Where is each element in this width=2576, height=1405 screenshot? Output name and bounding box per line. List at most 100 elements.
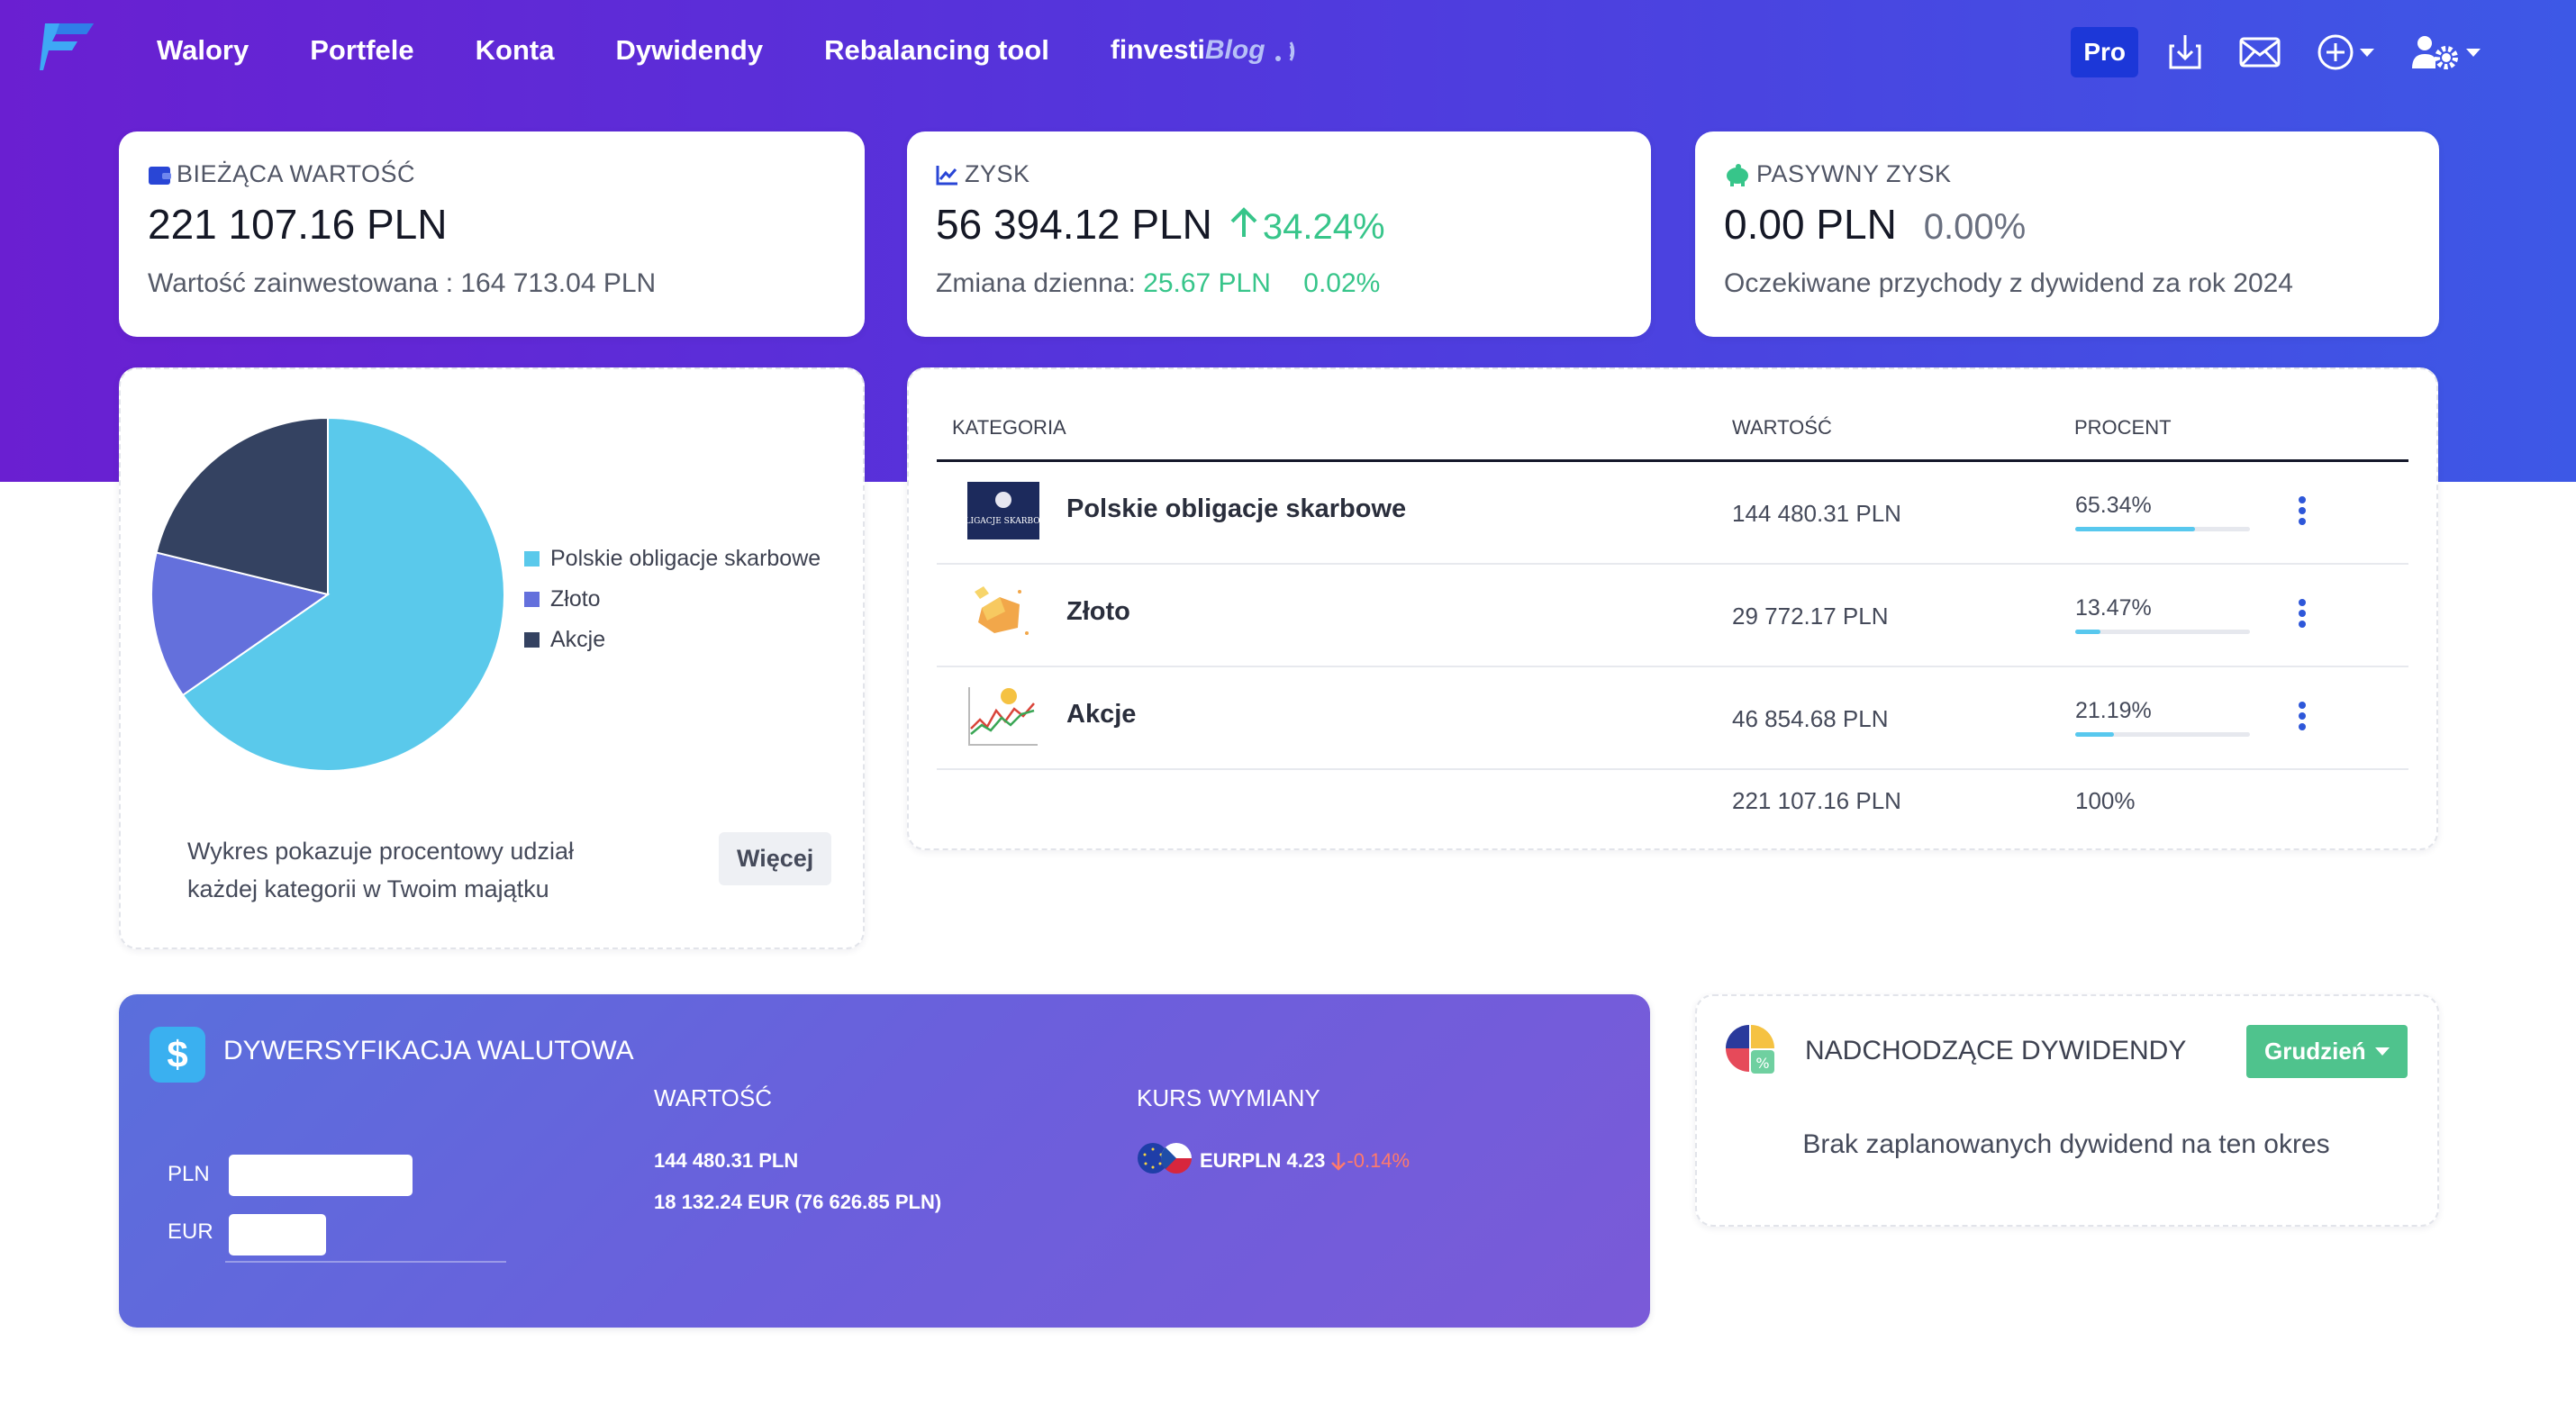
percent-bar-fill <box>2075 630 2100 634</box>
daily-change-label: Zmiana dzienna: <box>936 268 1144 298</box>
category-percent: 21.19% <box>2075 698 2152 723</box>
dividends-title: Nadchodzące dywidendy <box>1805 1036 2187 1065</box>
currency-chart-axis <box>225 1261 506 1263</box>
daily-change-percent: 0.02% <box>1303 268 1381 298</box>
download-icon[interactable] <box>2167 33 2203 71</box>
total-percent: 100% <box>2075 787 2136 814</box>
total-value: 221 107.16 PLN <box>1732 787 1901 814</box>
daily-change-value: 25.67 PLN <box>1143 268 1271 298</box>
pie-percent-icon: % <box>1726 1025 1774 1074</box>
user-settings-icon[interactable] <box>2410 34 2481 70</box>
legend-item: Polskie obligacje skarbowe <box>524 546 821 572</box>
category-value: 46 854.68 PLN <box>1732 705 1889 732</box>
allocation-pie-card: Polskie obligacje skarbowe Złoto Akcje W… <box>119 367 865 949</box>
percent-bar <box>2075 732 2250 737</box>
nav-item-blog[interactable]: finvesti Blog <box>1111 35 1296 66</box>
legend-label: Polskie obligacje skarbowe <box>550 546 821 571</box>
month-dropdown[interactable]: Grudzień <box>2246 1025 2408 1078</box>
profit-value-row: 56 394.12 PLN 34.24% <box>936 200 1385 249</box>
currency-bar-eur <box>229 1214 326 1255</box>
passive-profit-label: Pasywny zysk <box>1756 160 1952 187</box>
czech-flag-icon <box>1161 1143 1192 1174</box>
pie-description: Wykres pokazuje procentowy udział każdej… <box>187 838 574 902</box>
allocation-pie-chart <box>150 416 505 772</box>
category-value: 144 480.31 PLN <box>1732 500 1901 527</box>
chevron-down-icon <box>2374 1047 2390 1056</box>
current-value: 221 107.16 PLN <box>148 201 448 248</box>
row-menu-icon[interactable] <box>2299 496 2306 529</box>
percent-bar <box>2075 527 2250 531</box>
invested-value-row: Wartość zainwestowana : 164 713.04 PLN <box>148 268 656 299</box>
blog-label-main: finvesti <box>1110 35 1205 65</box>
passive-profit-label-row: Pasywny zysk <box>1724 160 1952 188</box>
nav-item-portfele[interactable]: Portfele <box>310 34 413 67</box>
more-button[interactable]: Więcej <box>719 832 832 885</box>
nav-item-rebalancing[interactable]: Rebalancing tool <box>824 34 1049 67</box>
profit-percent: 34.24% <box>1262 207 1385 247</box>
expected-dividends-text: Oczekiwane przychody z dywidend za rok 2… <box>1724 268 2293 298</box>
category-percent: 65.34% <box>2075 493 2152 518</box>
currency-title: Dywersyfikacja walutowa <box>223 1036 634 1065</box>
bar-label-eur: EUR <box>168 1219 213 1244</box>
piggy-bank-icon <box>1727 163 1748 186</box>
row-menu-icon[interactable] <box>2299 599 2306 631</box>
category-percent: 13.47% <box>2075 595 2152 621</box>
profit-value: 56 394.12 PLN <box>936 201 1212 248</box>
exchange-rate-header: Kurs wymiany <box>1137 1084 1320 1111</box>
passive-profit-percent: 0.00% <box>1923 207 2027 247</box>
current-value-label-row: Bieżąca wartość <box>148 160 415 188</box>
nav-item-dywidendy[interactable]: Dywidendy <box>615 34 763 67</box>
profit-label: Zysk <box>965 160 1030 187</box>
currency-value-pln: 144 480.31 PLN <box>654 1149 799 1172</box>
legend-swatch <box>524 592 540 607</box>
exchange-rate-change: -0.14% <box>1347 1149 1410 1172</box>
nav-actions: Pro <box>2071 27 2481 77</box>
nav-item-konta[interactable]: Konta <box>476 34 555 67</box>
profit-card: Zysk 56 394.12 PLN 34.24% Zmiana dzienna… <box>907 131 1651 337</box>
nav-item-walory[interactable]: Walory <box>157 34 249 67</box>
percent-bar <box>2075 630 2250 634</box>
exchange-rate-row: EURPLN 4.23 -0.14% <box>1200 1149 1410 1173</box>
column-header-value[interactable]: Wartość <box>1732 416 1832 440</box>
pie-legend: Polskie obligacje skarbowe Złoto Akcje <box>524 546 821 667</box>
blog-label-suffix: Blog <box>1204 35 1265 65</box>
legend-item: Akcje <box>524 627 821 653</box>
mail-icon[interactable] <box>2239 37 2281 68</box>
profit-label-row: Zysk <box>936 160 1030 188</box>
table-row[interactable]: Złoto 29 772.17 PLN 13.47% <box>937 565 2408 667</box>
category-name[interactable]: Złoto <box>1066 597 1130 627</box>
row-menu-icon[interactable] <box>2299 702 2306 734</box>
no-dividends-message: Brak zaplanowanych dywidend na ten okres <box>1802 1129 2330 1159</box>
passive-profit-value: 0.00 PLN <box>1724 201 1897 248</box>
dollar-icon: $ <box>150 1027 205 1083</box>
svg-text:%: % <box>1755 1055 1769 1072</box>
column-header-category[interactable]: Kategoria <box>952 416 1066 440</box>
legend-swatch <box>524 632 540 648</box>
category-name[interactable]: Polskie obligacje skarbowe <box>1066 494 1406 524</box>
column-header-percent[interactable]: Procent <box>2074 416 2172 440</box>
trend-chart-icon <box>936 165 957 185</box>
currency-diversification-card: $ Dywersyfikacja walutowa Wartość Kurs w… <box>119 994 1650 1328</box>
percent-bar-fill <box>2075 527 2196 531</box>
category-value: 29 772.17 PLN <box>1732 603 1889 630</box>
currency-value-eur: 18 132.24 EUR (76 626.85 PLN) <box>654 1191 942 1213</box>
arrow-down-icon <box>1331 1153 1347 1171</box>
app-logo[interactable] <box>40 22 95 72</box>
stocks-icon <box>966 684 1041 748</box>
chevron-down-icon <box>2466 48 2481 57</box>
rss-icon <box>1274 41 1294 61</box>
table-row[interactable]: Akcje 46 854.68 PLN 21.19% <box>937 667 2408 770</box>
daily-change-row: Zmiana dzienna: 25.67 PLN 0.02% <box>936 268 1380 299</box>
pro-badge[interactable]: Pro <box>2071 27 2138 77</box>
passive-profit-value-row: 0.00 PLN 0.00% <box>1724 200 2026 249</box>
arrow-up-icon <box>1230 207 1257 237</box>
invested-value-label: Wartość zainwestowana : <box>148 268 461 298</box>
legend-label: Złoto <box>550 586 601 612</box>
add-menu-icon[interactable] <box>2317 33 2374 71</box>
currency-bar-pln <box>229 1155 413 1196</box>
legend-item: Złoto <box>524 586 821 612</box>
category-name[interactable]: Akcje <box>1066 700 1136 730</box>
bonds-icon: OBLIGACJE SKARBOWE <box>953 478 1054 543</box>
table-row[interactable]: OBLIGACJE SKARBOWE Polskie obligacje ska… <box>937 462 2408 565</box>
currency-value-header: Wartość <box>654 1084 772 1111</box>
